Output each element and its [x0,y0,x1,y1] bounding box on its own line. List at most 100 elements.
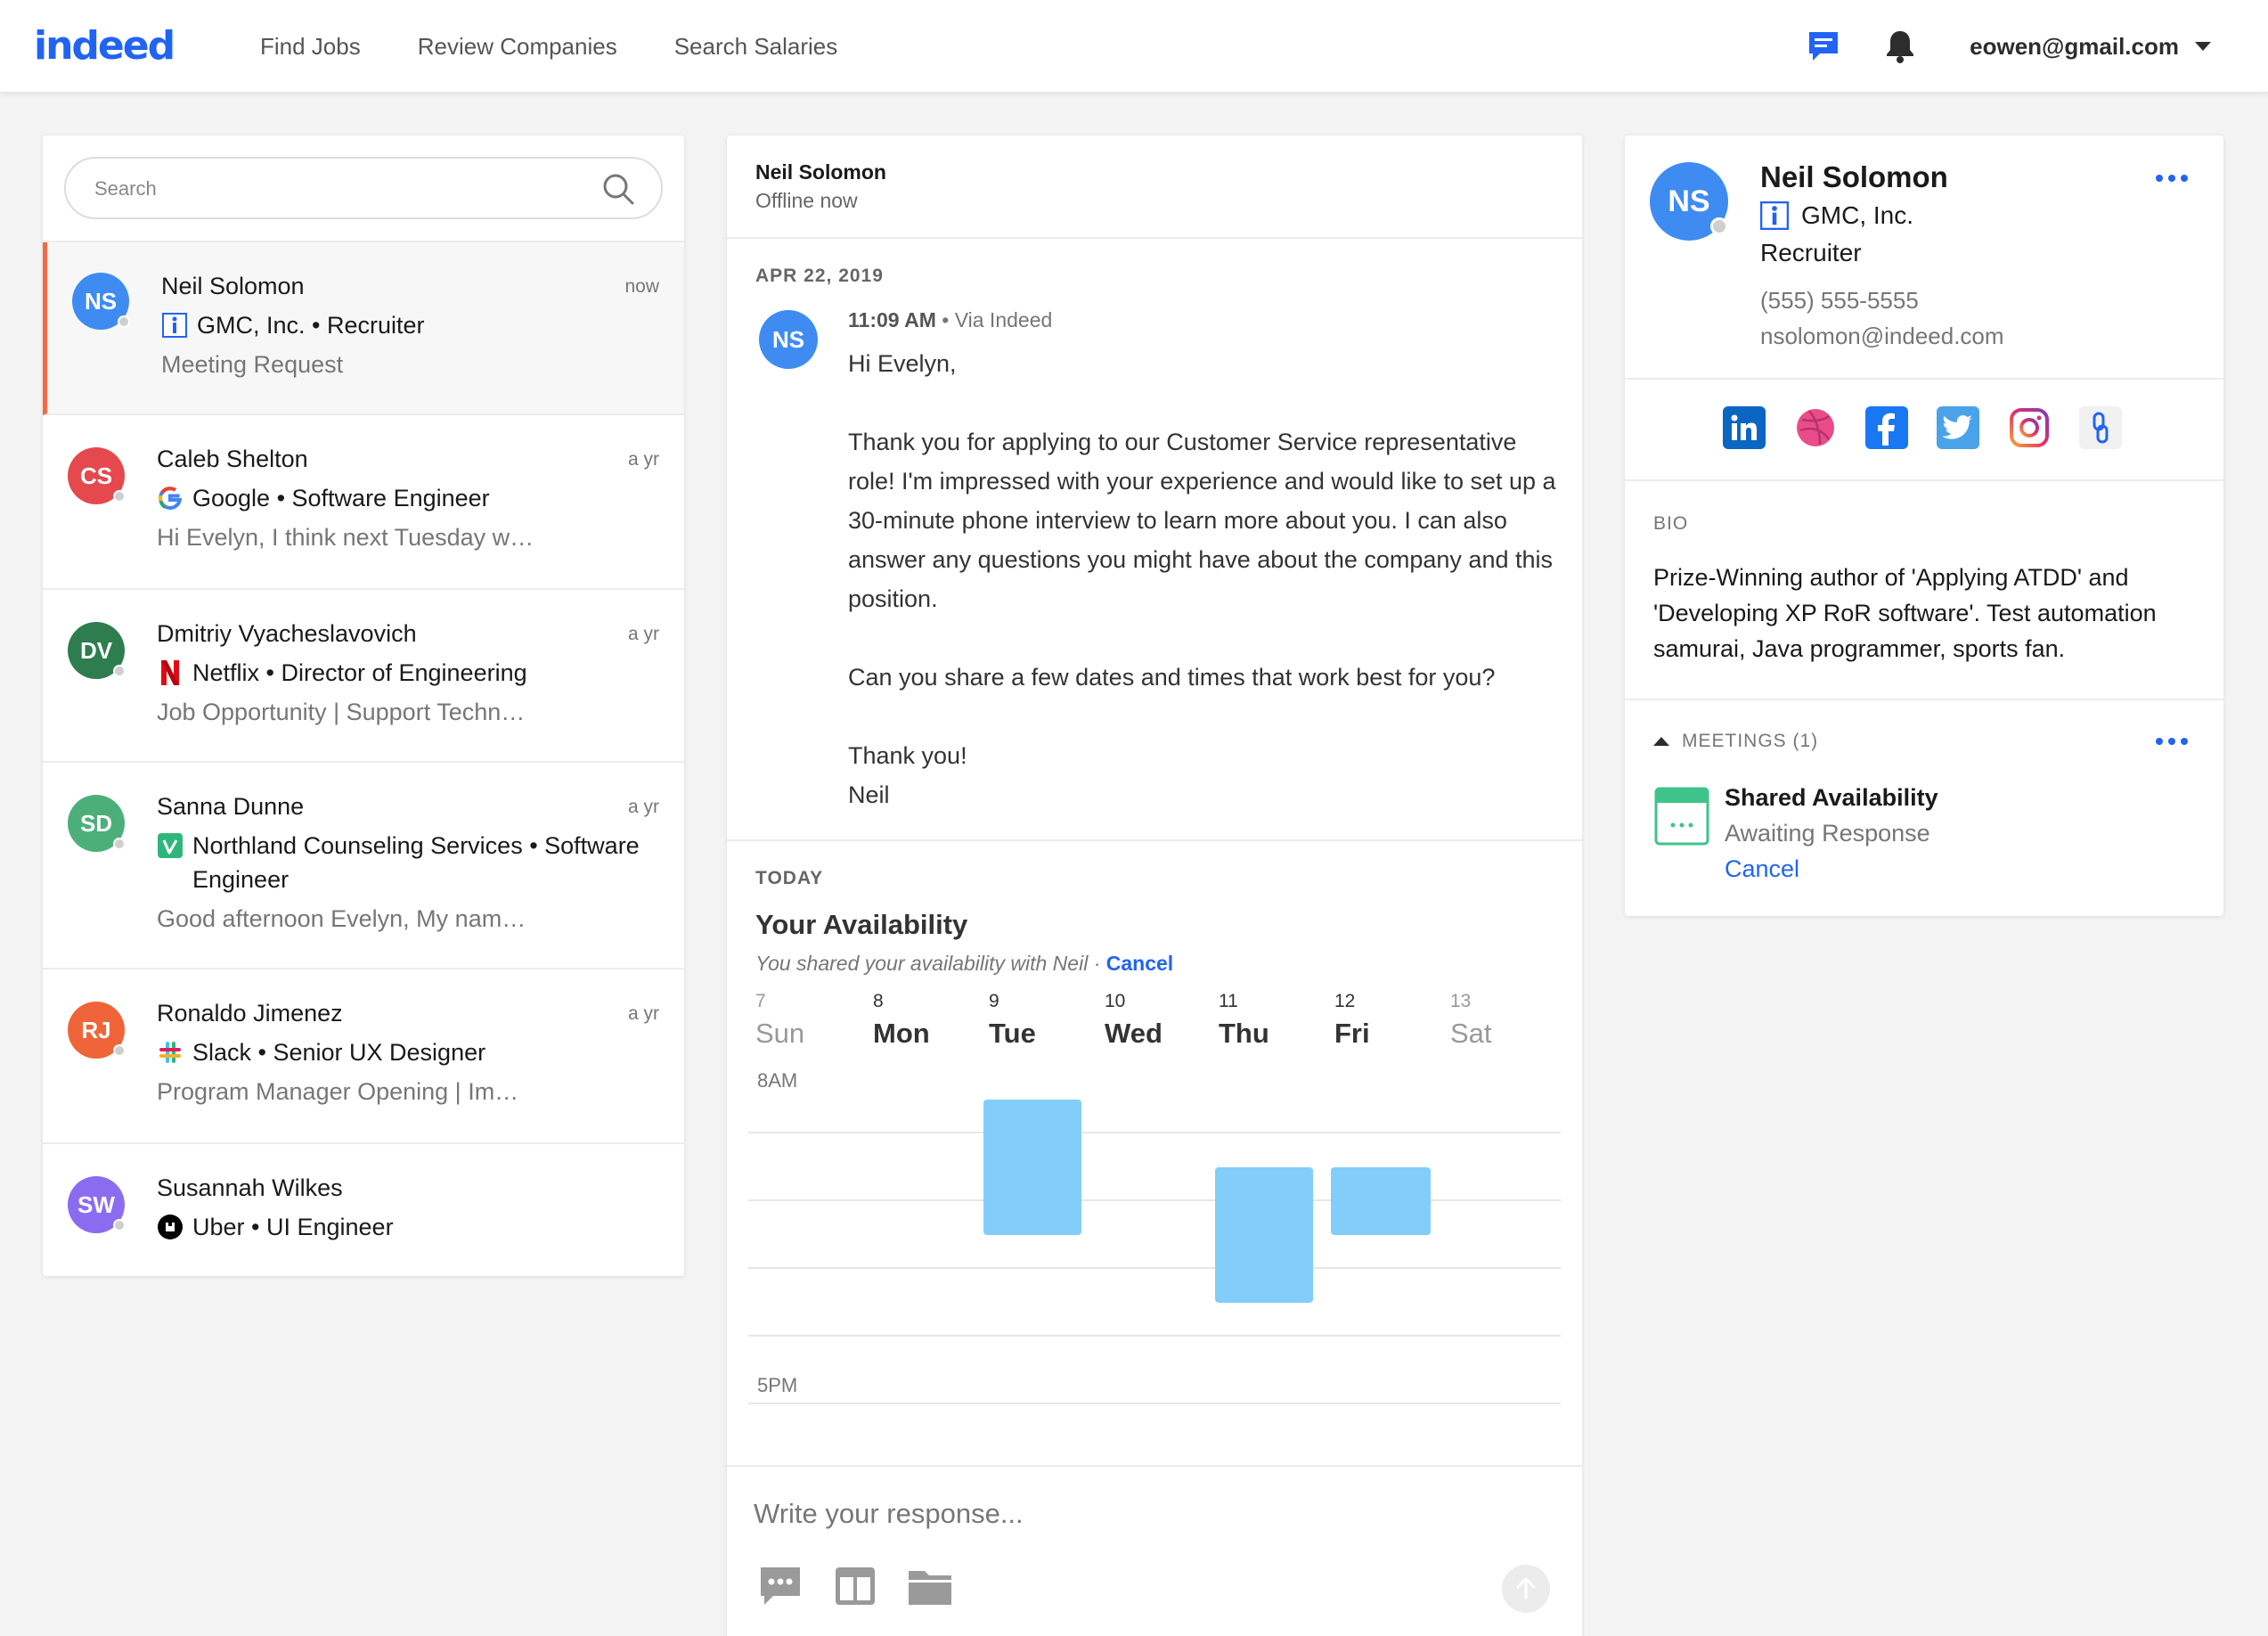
day-mon: 8 Mon [873,991,930,1049]
day-tue: 9 Tue [989,991,1036,1049]
send-button[interactable] [1502,1565,1550,1613]
message-signoff: Thank you! [848,742,967,769]
offline-status-dot [113,1219,126,1231]
nav-find-jobs[interactable]: Find Jobs [260,33,361,61]
meeting-title: Shared Availability [1725,784,1938,811]
nav-review-companies[interactable]: Review Companies [418,33,617,61]
grid-line [748,1132,1561,1133]
avatar: NS [72,273,130,330]
profile-name: Neil Solomon [1760,160,1948,193]
availability-slot-thu[interactable] [1215,1167,1313,1303]
meetings-options-icon[interactable] [2156,738,2188,745]
conversation-item-caleb-shelton[interactable]: CS Caleb Shelton a yr Google • Software … [43,415,684,590]
top-navigation-bar: indeed Find Jobs Review Companies Search… [0,0,2268,93]
facebook-icon[interactable] [1865,406,1908,449]
message-thread: Neil Solomon Offline now APR 22, 2019 NS… [727,135,1582,1636]
message-time: 11:09 AM [848,308,936,331]
indeed-info-icon [1760,201,1789,230]
indeed-logo[interactable]: indeed [34,20,175,73]
more-options-icon[interactable] [2156,175,2188,182]
linkedin-icon[interactable] [1723,406,1766,449]
offline-status-dot [1710,217,1728,235]
header-actions: eowen@gmail.com [1804,0,2211,93]
account-menu[interactable]: eowen@gmail.com [1970,33,2211,61]
avatar: NS [1650,162,1728,241]
avatar: RJ [68,1002,126,1059]
avatar: NS [759,310,818,369]
search-box [64,157,663,219]
grid-line [748,1199,1561,1201]
instagram-icon[interactable] [2008,406,2051,449]
uber-icon [157,1214,184,1240]
availability-slot-fri[interactable] [1331,1167,1431,1235]
time-label-start: 8AM [757,1069,798,1092]
arrow-up-icon [1516,1577,1536,1600]
message-time: a yr [627,624,659,644]
availability-days-header: 7 Sun 8 Mon 9 Tue 10 Wed 11 Thu 12 Fri 13 Sat [755,991,1557,1062]
company-role: Netflix • Director of Engineering [157,656,527,690]
day-thu: 11 Thu [1219,991,1269,1049]
google-icon [157,485,184,511]
avatar: SD [68,795,126,852]
offline-status-dot [113,838,126,850]
avatar: CS [68,447,126,504]
company-role: Slack • Senior UX Designer [157,1035,485,1069]
profile-phone[interactable]: (555) 555-5555 [1760,287,1919,315]
message-greeting: Hi Evelyn, [848,350,957,377]
search-icon[interactable] [600,171,636,211]
cancel-availability-link[interactable]: Cancel [1106,952,1173,975]
message-time: now [624,276,659,297]
dribbble-icon[interactable] [1794,406,1837,449]
divider [1625,378,2223,380]
slack-icon [157,1039,184,1066]
message-source: • Via Indeed [942,308,1053,331]
search-input[interactable] [94,175,593,203]
day-sat: 13 Sat [1450,991,1492,1049]
message-paragraph: Can you share a few dates and times that… [848,664,1496,691]
divider [1625,479,2223,481]
main-nav: Find Jobs Review Companies Search Salari… [260,0,837,93]
contact-name: Neil Solomon [161,273,305,299]
grid-line [748,1403,1561,1404]
response-input[interactable] [754,1492,1538,1536]
availability-subtitle: You shared your availability with Neil ·… [755,952,1174,975]
divider [1625,699,2223,700]
link-icon[interactable] [2079,406,2122,449]
day-sun: 7 Sun [755,991,805,1049]
day-fri: 12 Fri [1334,991,1370,1049]
message-preview: Hi Evelyn, I think next Tuesday w… [157,524,534,551]
time-label-end: 5PM [757,1374,798,1396]
offline-status-dot [118,315,130,328]
meetings-toggle[interactable]: MEETINGS (1) [1653,731,1818,752]
contact-name: Dmitriy Vyacheslavovich [157,620,417,647]
nav-search-salaries[interactable]: Search Salaries [674,33,838,61]
twitter-icon[interactable] [1937,406,1979,449]
conversation-item-dmitriy-vyacheslavovich[interactable]: DV Dmitriy Vyacheslavovich a yr Netflix … [43,590,684,763]
availability-slot-tue[interactable] [983,1100,1081,1235]
cancel-meeting-link[interactable]: Cancel [1725,855,1799,883]
message-signature: Neil [848,781,890,808]
quick-reply-icon[interactable] [755,1561,805,1611]
message-time: a yr [627,449,659,470]
avatar: SW [68,1176,126,1233]
notifications-bell-icon[interactable] [1880,27,1920,66]
folder-icon[interactable] [905,1561,955,1611]
conversation-item-sanna-dunne[interactable]: SD Sanna Dunne a yr Northland Counseling… [43,763,684,969]
profile-role: Recruiter [1760,239,1862,266]
offline-status-dot [113,490,126,503]
divider [727,237,1582,239]
calendar-template-icon[interactable] [830,1561,880,1611]
conversation-item-neil-solomon[interactable]: NS Neil Solomon now GMC, Inc. • Recruite… [43,242,684,415]
profile-email[interactable]: nsolomon@indeed.com [1760,323,2004,350]
message-preview: Meeting Request [161,351,344,378]
conversation-item-susannah-wilkes[interactable]: SW Susannah Wilkes Uber • UI Engineer [43,1144,684,1276]
contact-name: Sanna Dunne [157,793,305,820]
message-preview: Program Manager Opening | Im… [157,1078,519,1105]
conversation-list: NS Neil Solomon now GMC, Inc. • Recruite… [43,135,684,1276]
contact-name: Ronaldo Jimenez [157,1000,343,1027]
conversation-item-ronaldo-jimenez[interactable]: RJ Ronaldo Jimenez a yr Slack • Senior U… [43,969,684,1144]
thread-contact-name: Neil Solomon [755,160,886,184]
message-preview: Good afternoon Evelyn, My nam… [157,905,526,932]
messages-icon[interactable] [1804,27,1843,66]
indeed-info-icon [161,312,188,339]
